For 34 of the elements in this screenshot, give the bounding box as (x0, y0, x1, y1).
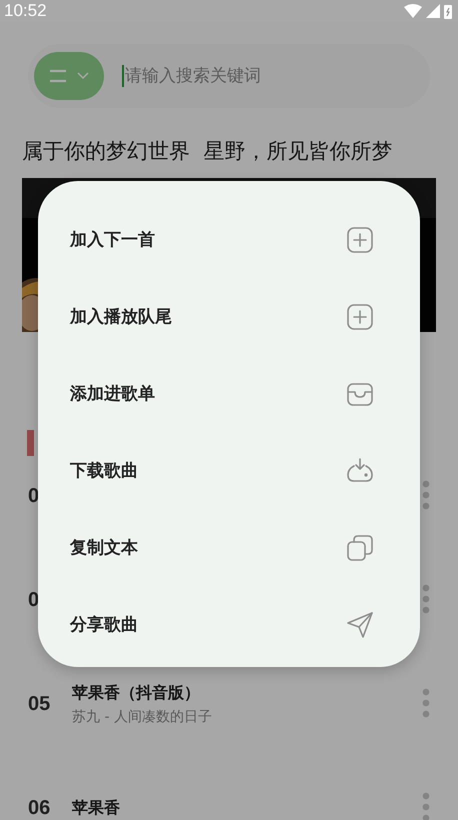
song-artist: 苏九 - 人间凑数的日子 (72, 708, 213, 726)
menu-icon (49, 69, 67, 83)
more-icon (422, 688, 430, 718)
track-number: 06 (28, 796, 52, 820)
chevron-down-icon (77, 72, 89, 80)
text-cursor (122, 65, 124, 87)
track-number: 0 (28, 588, 40, 612)
menu-item[interactable]: 加入播放队尾 (38, 278, 420, 355)
send-icon (346, 610, 374, 638)
cloud-download-icon (346, 456, 374, 484)
menu-item[interactable]: 加入下一首 (38, 201, 420, 278)
menu-item[interactable]: 下载歌曲 (38, 432, 420, 509)
track-number: 05 (28, 692, 52, 716)
menu-item[interactable]: 分享歌曲 (38, 586, 420, 663)
section-marker (27, 430, 34, 456)
search-field[interactable]: 请输入搜索关键词 (125, 66, 405, 86)
song-title: 苹果香（抖音版） (72, 682, 201, 704)
clock-time: 10:52 (4, 1, 47, 21)
plus-square-icon (346, 302, 374, 330)
more-icon (422, 480, 430, 510)
menu-item[interactable]: 复制文本 (38, 509, 420, 586)
more-icon (422, 584, 430, 614)
more-icon (422, 792, 430, 820)
battery-icon (444, 4, 452, 18)
more-button[interactable] (422, 792, 430, 820)
menu-item[interactable]: 添加进歌单 (38, 355, 420, 432)
wifi-icon (404, 4, 422, 18)
playlist-title: 属于你的梦幻世界 星野，所见皆你所梦 (22, 138, 394, 165)
plus-square-icon (346, 226, 374, 254)
track-number: 0 (28, 484, 40, 508)
copy-icon (346, 534, 374, 562)
signal-icon (426, 4, 440, 18)
song-title: 苹果香 (72, 798, 121, 818)
search-mode-button[interactable] (34, 52, 104, 100)
